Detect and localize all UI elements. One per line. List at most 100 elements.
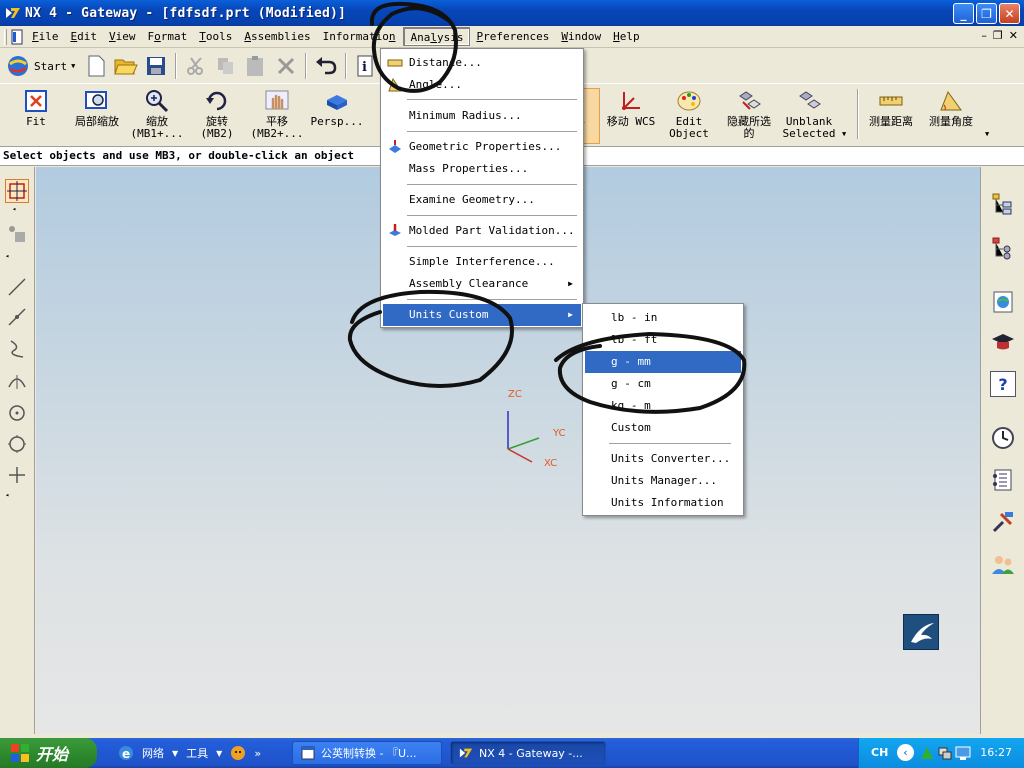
menu-edit[interactable]: Edit bbox=[65, 27, 104, 46]
menu-tools[interactable]: Tools bbox=[193, 27, 238, 46]
windows-start-button[interactable]: 开始 bbox=[0, 738, 97, 768]
close-button[interactable]: ✕ bbox=[999, 3, 1020, 24]
perspective-label: Persp... bbox=[310, 115, 364, 128]
toolbar-overflow-icon[interactable]: ▼ bbox=[985, 130, 989, 138]
units-kg-m[interactable]: kg - m bbox=[585, 395, 741, 417]
minimize-button[interactable]: _ bbox=[953, 3, 974, 24]
menu-item-molded-part-validation[interactable]: Molded Part Validation... bbox=[383, 220, 581, 242]
toolbar-overflow-icon[interactable]: ▼ bbox=[842, 130, 846, 138]
undo-button[interactable] bbox=[311, 51, 341, 81]
zoom-button[interactable]: 缩放 (MB1+... bbox=[126, 88, 188, 144]
task-unit-conversion[interactable]: 公英制转换 - 『U... bbox=[292, 741, 442, 765]
reuse-library-tab[interactable] bbox=[990, 467, 1016, 493]
units-g-mm[interactable]: g - mm bbox=[585, 351, 741, 373]
language-indicator[interactable]: CH bbox=[871, 746, 888, 759]
doc-minimize-icon[interactable]: – bbox=[981, 29, 987, 42]
information-button[interactable]: i bbox=[351, 51, 381, 81]
menu-view[interactable]: View bbox=[103, 27, 142, 46]
expand-arrow-icon[interactable]: ◂ bbox=[5, 252, 9, 260]
units-lb-ft[interactable]: lb - ft bbox=[585, 329, 741, 351]
doc-restore-icon[interactable]: ❐ bbox=[993, 29, 1003, 42]
tray-expand-icon[interactable]: ‹ bbox=[897, 744, 914, 761]
new-file-button[interactable] bbox=[81, 51, 111, 81]
expand-arrow-icon[interactable]: ◂ bbox=[12, 205, 16, 213]
circle-center-tool-button[interactable] bbox=[5, 401, 29, 425]
arc-tool-button[interactable] bbox=[5, 369, 29, 393]
quicklaunch-network[interactable]: 网络 bbox=[142, 745, 164, 761]
process-studio-tab[interactable] bbox=[990, 509, 1016, 535]
copy-button[interactable] bbox=[211, 51, 241, 81]
snap-tool-button[interactable] bbox=[5, 222, 29, 246]
perspective-button[interactable]: Persp... bbox=[306, 88, 368, 144]
chevron-down-icon[interactable]: ▼ bbox=[172, 749, 178, 758]
menu-item-mass-properties[interactable]: Mass Properties... bbox=[383, 158, 581, 180]
roles-tab[interactable] bbox=[990, 551, 1016, 577]
submenu-arrow-icon: ▶ bbox=[568, 279, 573, 288]
edit-object-button[interactable]: Edit Object bbox=[658, 88, 720, 144]
delete-button[interactable] bbox=[271, 51, 301, 81]
training-tab[interactable] bbox=[990, 329, 1016, 355]
menu-item-minimum-radius[interactable]: Minimum Radius... bbox=[383, 105, 581, 127]
menu-item-simple-interference[interactable]: Simple Interference... bbox=[383, 251, 581, 273]
rotate-button[interactable]: 旋转 (MB2) bbox=[186, 88, 248, 144]
assembly-navigator-tab[interactable] bbox=[990, 191, 1016, 217]
circle-tool-button[interactable] bbox=[5, 432, 29, 456]
units-g-cm[interactable]: g - cm bbox=[585, 373, 741, 395]
menu-item-examine-geometry[interactable]: Examine Geometry... bbox=[383, 189, 581, 211]
quicklaunch-tools[interactable]: 工具 bbox=[186, 745, 208, 761]
menu-item-geometric-properties[interactable]: Geometric Properties... bbox=[383, 136, 581, 158]
line-point-tool-button[interactable] bbox=[5, 305, 29, 329]
units-converter[interactable]: Units Converter... bbox=[585, 448, 741, 470]
hide-selected-button[interactable]: 隐藏所选 的 bbox=[718, 88, 780, 144]
zoom-region-button[interactable]: 局部缩放 bbox=[65, 88, 129, 144]
web-browser-tab[interactable] bbox=[990, 289, 1016, 315]
save-button[interactable] bbox=[141, 51, 171, 81]
help-tab[interactable]: ? bbox=[990, 371, 1016, 397]
menu-format[interactable]: Format bbox=[142, 27, 194, 46]
measure-angle-button[interactable]: 测量角度 bbox=[920, 88, 982, 144]
tiger-app-icon[interactable] bbox=[230, 745, 246, 761]
part-navigator-tab[interactable] bbox=[990, 235, 1016, 261]
menu-preferences[interactable]: Preferences bbox=[470, 27, 555, 46]
line-tool-button[interactable] bbox=[5, 275, 29, 299]
task-nx-gateway[interactable]: NX 4 - Gateway -... bbox=[450, 741, 606, 765]
paste-button[interactable] bbox=[241, 51, 271, 81]
history-tab[interactable] bbox=[990, 425, 1016, 451]
menu-information[interactable]: Information bbox=[317, 27, 402, 46]
menubar-grip[interactable] bbox=[4, 28, 7, 45]
fit-button[interactable]: Fit bbox=[5, 88, 67, 144]
menu-item-assembly-clearance[interactable]: Assembly Clearance ▶ bbox=[383, 273, 581, 295]
units-custom[interactable]: Custom bbox=[585, 417, 741, 439]
menu-window[interactable]: Window bbox=[555, 27, 607, 46]
open-file-button[interactable] bbox=[111, 51, 141, 81]
measure-distance-button[interactable]: 测量距离 bbox=[860, 88, 922, 144]
units-information[interactable]: Units Information bbox=[585, 492, 741, 514]
tray-monitor-icon[interactable] bbox=[955, 745, 971, 761]
select-tool-button[interactable] bbox=[5, 179, 29, 203]
menu-item-distance[interactable]: Distance... bbox=[383, 52, 581, 74]
ie-icon[interactable]: e bbox=[118, 745, 134, 761]
pan-button[interactable]: 平移 (MB2+... bbox=[246, 88, 308, 144]
start-button[interactable]: Start ▼ bbox=[0, 54, 81, 78]
unblank-selected-button[interactable]: Unblank Selected bbox=[778, 88, 840, 144]
tray-network-icon[interactable] bbox=[937, 745, 953, 761]
restore-button[interactable]: ❐ bbox=[976, 3, 997, 24]
menu-file[interactable]: File bbox=[26, 27, 65, 46]
menu-help[interactable]: Help bbox=[607, 27, 646, 46]
menu-item-angle[interactable]: Angle... bbox=[383, 74, 581, 96]
menu-item-units-custom[interactable]: Units Custom ▶ bbox=[383, 304, 581, 326]
more-chevron-icon[interactable]: » bbox=[254, 747, 261, 760]
tray-app-icon[interactable] bbox=[919, 745, 935, 761]
menu-item-label: Angle... bbox=[409, 78, 462, 91]
move-wcs-button[interactable]: 移动 WCS bbox=[600, 88, 662, 144]
expand-arrow-icon[interactable]: ◂ bbox=[5, 491, 9, 499]
point-tool-button[interactable] bbox=[5, 463, 29, 487]
chevron-down-icon[interactable]: ▼ bbox=[216, 749, 222, 758]
cut-button[interactable] bbox=[181, 51, 211, 81]
doc-close-icon[interactable]: ✕ bbox=[1009, 29, 1018, 42]
spline-tool-button[interactable] bbox=[5, 337, 29, 361]
units-lb-in[interactable]: lb - in bbox=[585, 307, 741, 329]
units-manager[interactable]: Units Manager... bbox=[585, 470, 741, 492]
menu-analysis[interactable]: Analysis bbox=[403, 27, 471, 46]
menu-assemblies[interactable]: Assemblies bbox=[238, 27, 316, 46]
